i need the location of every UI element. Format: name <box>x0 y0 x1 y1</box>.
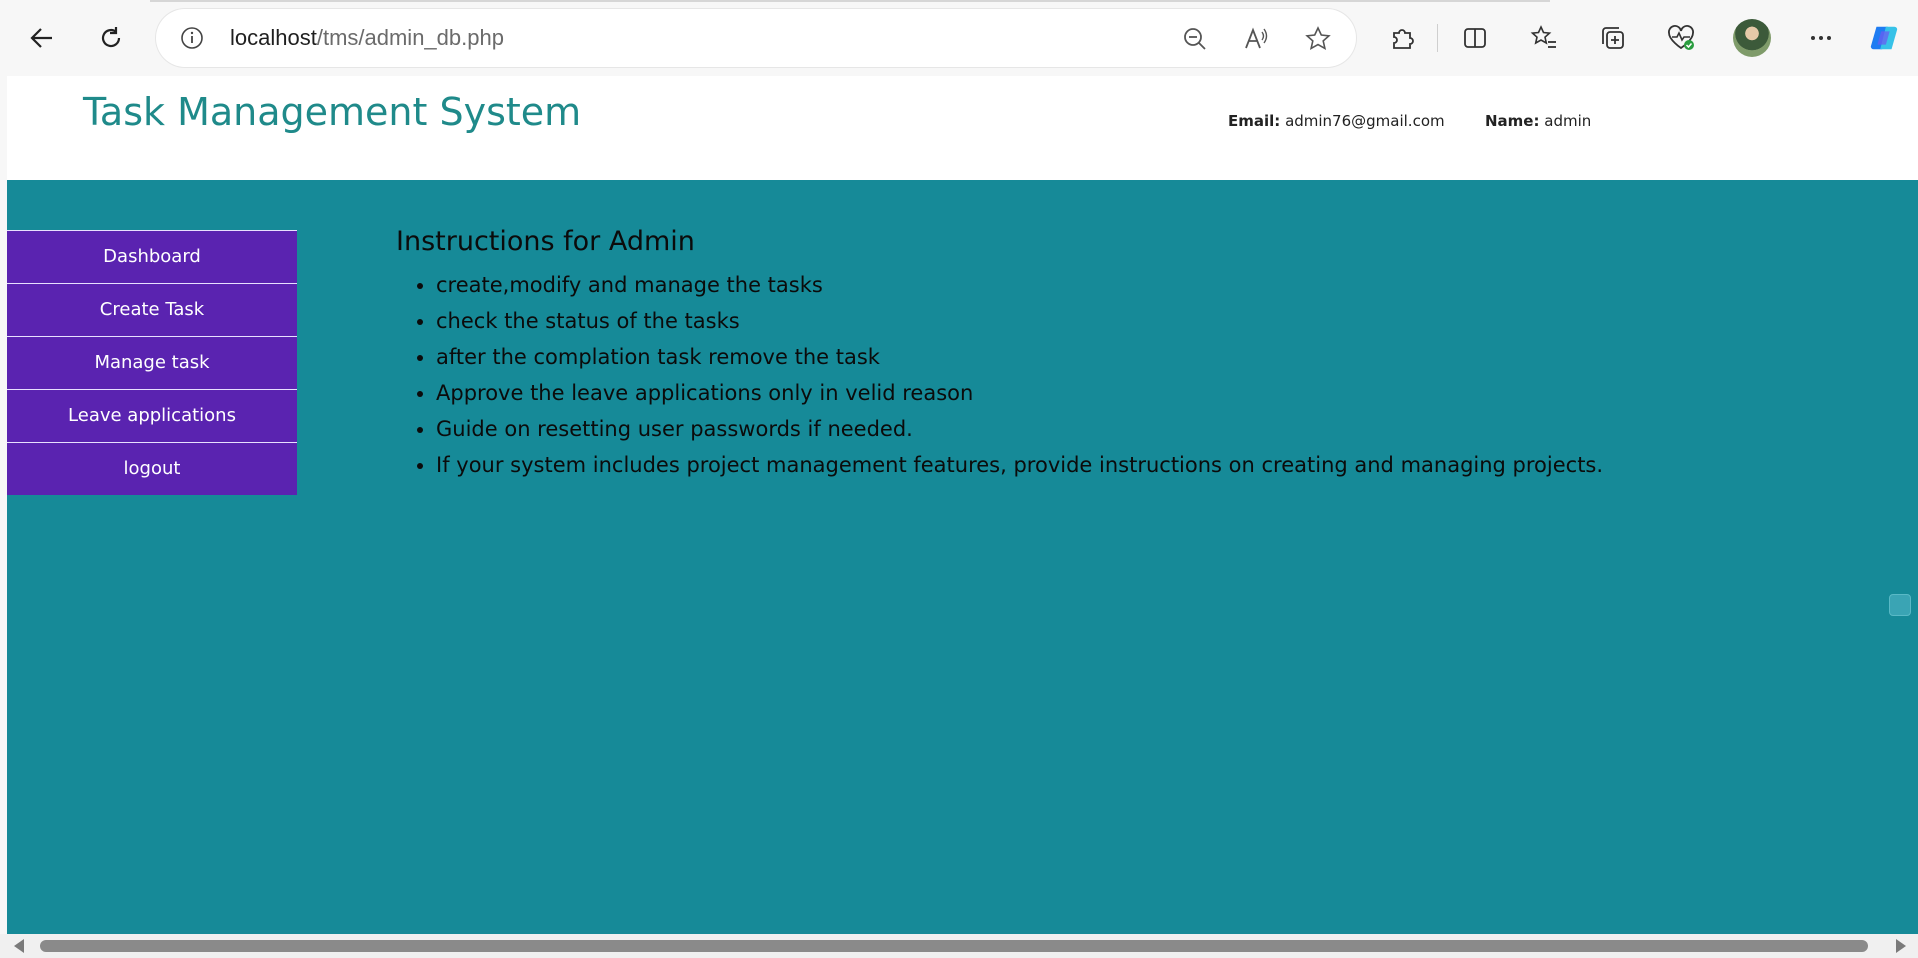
site-title: Task Management System <box>83 90 582 134</box>
split-screen-button[interactable] <box>1459 22 1491 54</box>
refresh-button[interactable] <box>91 18 131 58</box>
name-label: Name: <box>1485 112 1540 130</box>
user-name: Name: admin <box>1485 112 1591 130</box>
horizontal-scrollbar[interactable] <box>0 934 1918 958</box>
email-value: admin76@gmail.com <box>1285 112 1445 130</box>
email-label: Email: <box>1228 112 1281 130</box>
browser-essentials-button[interactable] <box>1665 22 1697 54</box>
list-item: Approve the leave applications only in v… <box>436 375 1603 411</box>
side-widget-handle[interactable] <box>1889 594 1911 616</box>
instructions-panel: Instructions for Admin create,modify and… <box>396 226 1603 483</box>
arrow-left-icon <box>30 28 52 48</box>
scroll-left-icon[interactable] <box>14 939 24 953</box>
list-item: create,modify and manage the tasks <box>436 267 1603 303</box>
star-icon <box>1305 26 1331 50</box>
browser-toolbar: localhost/tms/admin_db.php <box>0 0 1918 76</box>
zoom-button[interactable] <box>1182 26 1208 52</box>
zoom-out-icon <box>1184 28 1206 50</box>
browser-essentials-icon <box>1668 25 1694 50</box>
read-aloud-button[interactable] <box>1243 26 1269 52</box>
sidebar-item-logout[interactable]: logout <box>7 442 297 495</box>
tab-strip-edge <box>150 0 1550 2</box>
sidebar-item-create-task[interactable]: Create Task <box>7 283 297 336</box>
scrollbar-thumb[interactable] <box>40 940 1868 952</box>
copilot-icon <box>1870 26 1898 50</box>
url-text[interactable]: localhost/tms/admin_db.php <box>230 25 504 51</box>
user-email: Email: admin76@gmail.com <box>1228 112 1445 130</box>
read-aloud-icon <box>1245 27 1268 49</box>
list-item: after the complation task remove the tas… <box>436 339 1603 375</box>
extensions-button[interactable] <box>1386 22 1418 54</box>
profile-avatar[interactable] <box>1733 19 1771 57</box>
more-icon <box>1811 36 1831 40</box>
more-button[interactable] <box>1805 22 1837 54</box>
instructions-list: create,modify and manage the tasks check… <box>396 267 1603 483</box>
copilot-button[interactable] <box>1868 22 1900 54</box>
info-icon[interactable] <box>180 26 204 50</box>
puzzle-icon <box>1393 29 1414 49</box>
collections-icon <box>1602 27 1624 49</box>
url-path: /tms/admin_db.php <box>316 25 504 50</box>
scroll-right-icon[interactable] <box>1896 939 1906 953</box>
sidebar-item-manage-task[interactable]: Manage task <box>7 336 297 389</box>
name-value: admin <box>1544 112 1592 130</box>
collections-button[interactable] <box>1597 22 1629 54</box>
site-header: Task Management System Email: admin76@gm… <box>7 76 1918 180</box>
favorites-icon <box>1530 25 1556 48</box>
back-button[interactable] <box>22 18 62 58</box>
url-host: localhost <box>230 25 317 50</box>
list-item: Guide on resetting user passwords if nee… <box>436 411 1603 447</box>
list-item: check the status of the tasks <box>436 303 1603 339</box>
split-screen-icon <box>1464 28 1486 48</box>
favorite-button[interactable] <box>1305 26 1331 52</box>
favorites-button[interactable] <box>1528 22 1560 54</box>
sidebar-item-leave-applications[interactable]: Leave applications <box>7 389 297 442</box>
page-viewport: Task Management System Email: admin76@gm… <box>7 76 1918 934</box>
toolbar-separator <box>1437 24 1438 52</box>
instructions-heading: Instructions for Admin <box>396 226 695 257</box>
address-bar[interactable]: localhost/tms/admin_db.php <box>156 9 1356 67</box>
sidebar-nav: Dashboard Create Task Manage task Leave … <box>7 230 297 495</box>
list-item: If your system includes project manageme… <box>436 447 1603 483</box>
sidebar-item-dashboard[interactable]: Dashboard <box>7 230 297 283</box>
refresh-icon <box>101 27 121 48</box>
